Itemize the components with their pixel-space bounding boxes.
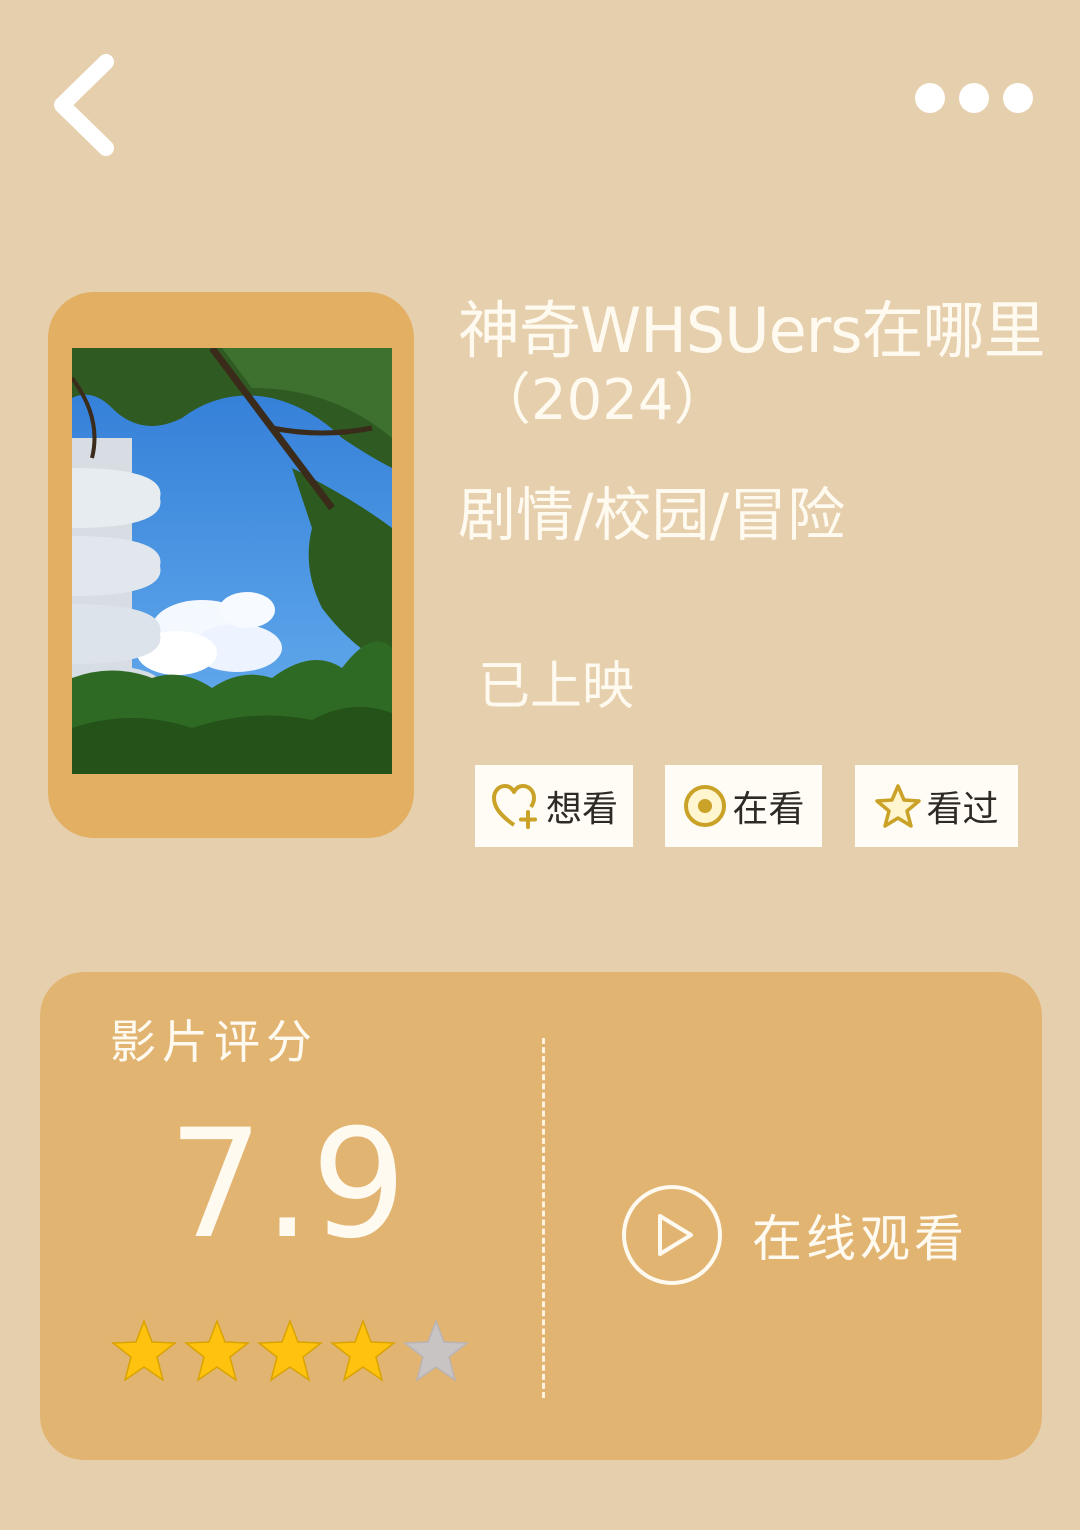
- heart-plus-icon: [491, 784, 537, 829]
- watching-button[interactable]: 在看: [665, 765, 822, 847]
- watched-button[interactable]: 看过: [855, 765, 1018, 847]
- star-filled-icon: [183, 1318, 251, 1382]
- rating-label: 影片评分: [110, 1015, 318, 1069]
- watch-online-label: 在线观看: [752, 1210, 968, 1268]
- movie-title: 神奇WHSUers在哪里: [458, 294, 1046, 367]
- star-filled-icon: [110, 1318, 178, 1382]
- movie-year: （2024）: [475, 368, 730, 433]
- star-outline-icon: [875, 784, 922, 828]
- play-circle-icon: [622, 1185, 722, 1285]
- back-button[interactable]: [48, 50, 128, 160]
- release-status: 已上映: [478, 657, 635, 717]
- movie-genres: 剧情/校园/冒险: [458, 481, 846, 549]
- more-options-button[interactable]: [915, 78, 1050, 118]
- more-dot: [1003, 83, 1033, 113]
- watching-label: 在看: [732, 789, 805, 830]
- want-to-watch-label: 想看: [545, 789, 618, 830]
- watch-online-button[interactable]: 在线观看: [620, 1183, 968, 1287]
- want-to-watch-button[interactable]: 想看: [475, 765, 633, 847]
- star-empty-icon: [402, 1318, 470, 1382]
- chevron-left-icon: [54, 54, 114, 156]
- poster-image: [72, 348, 392, 774]
- more-dot: [959, 83, 989, 113]
- divider: [542, 1038, 545, 1398]
- movie-poster[interactable]: [72, 348, 392, 774]
- watched-label: 看过: [926, 789, 999, 830]
- target-circle-icon: [684, 785, 727, 827]
- star-filled-icon: [256, 1318, 324, 1382]
- star-filled-icon: [329, 1318, 397, 1382]
- rating-score: 7.9: [168, 1098, 407, 1272]
- more-horizontal-icon: [915, 83, 945, 113]
- star-rating: [110, 1318, 470, 1384]
